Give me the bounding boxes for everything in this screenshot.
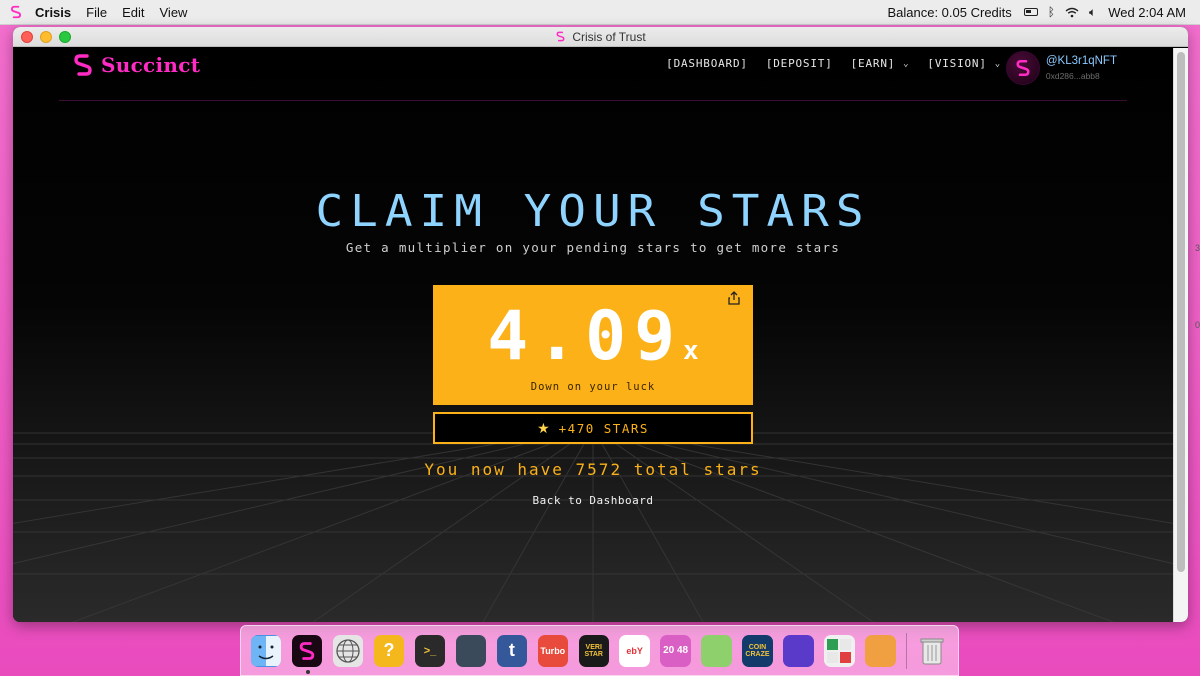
succinct-logo-icon (74, 54, 92, 76)
nav-deposit[interactable]: [DEPOSIT] (766, 57, 833, 70)
back-to-dashboard-link[interactable]: Back to Dashboard (13, 494, 1173, 507)
character-game-icon[interactable] (783, 634, 814, 667)
side-peek-text: 3 (1194, 243, 1200, 253)
side-peek-text: 0 (1194, 320, 1200, 330)
volume-icon[interactable]: 🔈︎ (1089, 5, 1096, 20)
dock: ? >_ t Turbo VERI STAR ebY 20 48 COIN CRAZE (240, 625, 959, 676)
window-title: Crisis of Trust (572, 29, 646, 44)
page-subtitle: Get a multiplier on your pending stars t… (345, 240, 841, 255)
terminal-icon[interactable]: >_ (414, 634, 446, 667)
ebay-icon[interactable]: ebY (619, 634, 650, 667)
succinct-app-icon[interactable] (291, 634, 323, 674)
multiplier-card: 4.09x Down on your luck (433, 285, 753, 405)
menu-bar-status: Balance: 0.05 Credits ᛒ 🔈︎ Wed 2:04 AM (887, 5, 1186, 20)
profile-text: @KL3r1qNFT 0xd286...abb8 (1046, 55, 1117, 81)
bluetooth-icon[interactable]: ᛒ (1048, 5, 1055, 19)
succinct-logo-icon (556, 31, 565, 42)
chevron-down-icon: ⌄ (903, 58, 910, 69)
multiplier-display: 4.09x (433, 297, 753, 376)
chevron-down-icon: ⌄ (994, 58, 1001, 69)
avatar[interactable] (1005, 51, 1040, 85)
nav-earn[interactable]: [EARN] ⌄ (851, 57, 910, 70)
wifi-icon[interactable] (1065, 7, 1079, 18)
star-icon: ★ (537, 419, 550, 436)
calculator-icon[interactable] (824, 634, 855, 667)
zoom-window-button[interactable] (59, 31, 71, 43)
menu-bar: Crisis File Edit View Balance: 0.05 Cred… (0, 0, 1200, 25)
nav-divider (59, 100, 1127, 101)
coin-craze-icon[interactable]: COIN CRAZE (742, 634, 773, 667)
finder-icon[interactable] (251, 634, 282, 667)
menu-view[interactable]: View (160, 5, 188, 20)
cat-game-icon[interactable] (865, 634, 896, 667)
nav-dashboard-label: [DASHBOARD] (666, 57, 748, 70)
multiplier-caption: Down on your luck (530, 381, 656, 393)
wallet-address: 0xd286...abb8 (1045, 71, 1100, 81)
page-title: CLAIM YOUR STARS (315, 185, 871, 237)
turbo-icon[interactable]: Turbo (537, 634, 568, 667)
minimize-window-button[interactable] (40, 31, 52, 43)
nav-vision[interactable]: [VISION] ⌄ (927, 57, 1001, 70)
menu-clock[interactable]: Wed 2:04 AM (1108, 5, 1186, 20)
tumblr-icon[interactable]: t (496, 634, 528, 667)
user-profile[interactable]: @KL3r1qNFT 0xd286...abb8 (1005, 51, 1117, 85)
menu-edit[interactable]: Edit (122, 5, 144, 20)
console-icon[interactable] (455, 634, 487, 667)
balance-status[interactable]: Balance: 0.05 Credits (887, 5, 1011, 20)
trash-icon[interactable] (917, 635, 947, 667)
multiplier-value: 4.09 (487, 297, 684, 376)
total-stars-text: You now have 7572 total stars (424, 460, 762, 479)
battery-icon[interactable] (1023, 8, 1038, 16)
user-handle: @KL3r1qNFT (1045, 55, 1117, 67)
page-content: Succinct [DASHBOARD] [DEPOSIT] [EARN] ⌄ [… (13, 48, 1173, 622)
close-window-button[interactable] (21, 31, 33, 43)
veri-star-icon[interactable]: VERI STAR (578, 634, 609, 667)
dock-separator (906, 632, 907, 669)
window-titlebar[interactable]: Crisis of Trust (13, 27, 1188, 47)
menu-file[interactable]: File (86, 5, 107, 20)
browser-window: Crisis of Trust Succinct [DASHBOARD] [DE… (13, 27, 1188, 622)
question-block-icon[interactable]: ? (373, 634, 405, 667)
game-2048-icon[interactable]: 20 48 (660, 634, 691, 667)
succinct-logo-icon[interactable] (9, 5, 23, 19)
scrollbar-thumb[interactable] (1177, 52, 1185, 572)
succinct-logo-icon (1016, 59, 1030, 77)
nav-vision-label: [VISION] (927, 57, 987, 70)
window-controls (21, 31, 71, 43)
nav-dashboard[interactable]: [DASHBOARD] (666, 57, 748, 70)
main-nav: [DASHBOARD] [DEPOSIT] [EARN] ⌄ [VISION] ⌄ (666, 57, 1001, 70)
brand-name: Succinct (101, 53, 201, 77)
brand-logo[interactable]: Succinct (71, 53, 200, 77)
stars-button-label: +470 STARS (558, 420, 649, 436)
monster-game-icon[interactable] (701, 634, 732, 667)
nav-deposit-label: [DEPOSIT] (765, 57, 833, 70)
page-scrollbar[interactable] (1173, 48, 1188, 622)
claim-stars-button[interactable]: ★ +470 STARS (433, 412, 753, 444)
globe-icon[interactable] (332, 634, 364, 667)
nav-earn-label: [EARN] (850, 57, 896, 70)
menu-app-name[interactable]: Crisis (35, 5, 71, 20)
multiplier-suffix: x (683, 336, 699, 366)
